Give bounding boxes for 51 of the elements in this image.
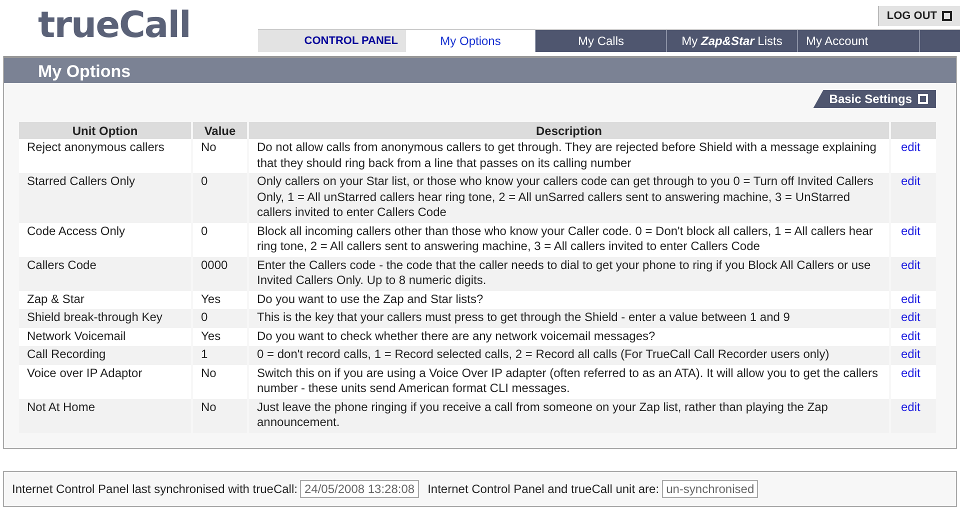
table-cell: Starred Callers Only bbox=[19, 173, 191, 222]
table-cell: 0 = don't record calls, 1 = Record selected calls, 2 = Record all calls (For TrueCall Call Recorder users only) bbox=[249, 346, 889, 364]
edit-link[interactable]: edit bbox=[901, 366, 920, 380]
edit-link[interactable]: edit bbox=[901, 224, 920, 238]
table-cell: Network Voicemail bbox=[19, 328, 191, 346]
edit-link[interactable]: edit bbox=[901, 400, 920, 414]
table-cell: This is the key that your callers must press to get through the Shield - enter a value between 1 and 9 bbox=[249, 309, 889, 328]
edit-link[interactable]: edit bbox=[901, 140, 920, 154]
table-cell: Not At Home bbox=[19, 398, 191, 432]
column-header: Description bbox=[249, 122, 889, 139]
table-cell: Just leave the phone ringing if you receive a call from someone on your Zap list, rather than playing the Zap announcement. bbox=[249, 398, 889, 432]
table-cell: Do not allow calls from anonymous callers to get through. They are rejected before Shield with a message explaining that they should ring back from a line that passes on its calling number bbox=[249, 139, 889, 173]
table-cell: Block all incoming callers other than those who know your Caller code. 0 = Don't block all callers, 1 = All callers hear ring tone, 2 = All callers sent to answering machine, 3 = All callers invited to enter Callers Code bbox=[249, 222, 889, 256]
nav-tab[interactable]: My Options bbox=[406, 30, 536, 52]
control-panel-label: CONTROL PANEL bbox=[258, 30, 406, 52]
table-cell: No bbox=[193, 364, 247, 398]
table-cell: Zap & Star bbox=[19, 290, 191, 309]
status-label: Internet Control Panel last synchronised with trueCall: bbox=[12, 482, 298, 496]
basic-settings-button[interactable]: Basic Settings bbox=[813, 90, 936, 108]
table-cell: 0000 bbox=[193, 256, 247, 290]
logout-button[interactable]: LOG OUT bbox=[878, 6, 960, 26]
table-cell: Do you want to use the Zap and Star lists? bbox=[249, 290, 889, 309]
page-title: My Options bbox=[4, 56, 956, 83]
table-cell: 0 bbox=[193, 222, 247, 256]
table-cell: No bbox=[193, 398, 247, 432]
column-header: Unit Option bbox=[19, 122, 191, 139]
table-cell: Code Access Only bbox=[19, 222, 191, 256]
table-cell: Do you want to check whether there are any network voicemail messages? bbox=[249, 328, 889, 346]
table-cell: Voice over IP Adaptor bbox=[19, 364, 191, 398]
table-cell: Enter the Callers code - the code that the caller needs to dial to get your phone to ring if you Block All Callers or use Invited Callers Only. Up to 8 numeric digits. bbox=[249, 256, 889, 290]
column-header: Value bbox=[193, 122, 247, 139]
table-cell: 0 bbox=[193, 309, 247, 328]
table-cell: Switch this on if you are using a Voice Over IP adapter (often referred to as an ATA). It will allow you to get the callers number - these units send American format CLI messages. bbox=[249, 364, 889, 398]
status-label: Internet Control Panel and trueCall unit are: bbox=[428, 482, 660, 496]
edit-link[interactable]: edit bbox=[901, 174, 920, 188]
table-cell: Yes bbox=[193, 328, 247, 346]
table-cell: Yes bbox=[193, 290, 247, 309]
table-cell: Call Recording bbox=[19, 346, 191, 364]
table-cell: Reject anonymous callers bbox=[19, 139, 191, 173]
table-cell: No bbox=[193, 139, 247, 173]
sync-state-field[interactable]: un-synchronised bbox=[662, 480, 758, 498]
edit-link[interactable]: edit bbox=[901, 258, 920, 272]
sync-time-field[interactable]: 24/05/2008 13:28:08 bbox=[300, 480, 419, 498]
logo: trueCall bbox=[37, 4, 192, 48]
table-cell: Shield break-through Key bbox=[19, 309, 191, 328]
table-cell: Callers Code bbox=[19, 256, 191, 290]
table-cell: 1 bbox=[193, 346, 247, 364]
square-icon bbox=[942, 11, 952, 21]
table-cell: Only callers on your Star list, or those who know your callers code can get through to you 0 = Turn off Invited Callers Only, 1 = All unStarred callers hear ring tone, 2 = All unSarred callers sent to answering machine, 3 = UnStarred callers invited to enter Callers Code bbox=[249, 173, 889, 222]
table-cell: 0 bbox=[193, 173, 247, 222]
square-icon bbox=[918, 94, 928, 104]
